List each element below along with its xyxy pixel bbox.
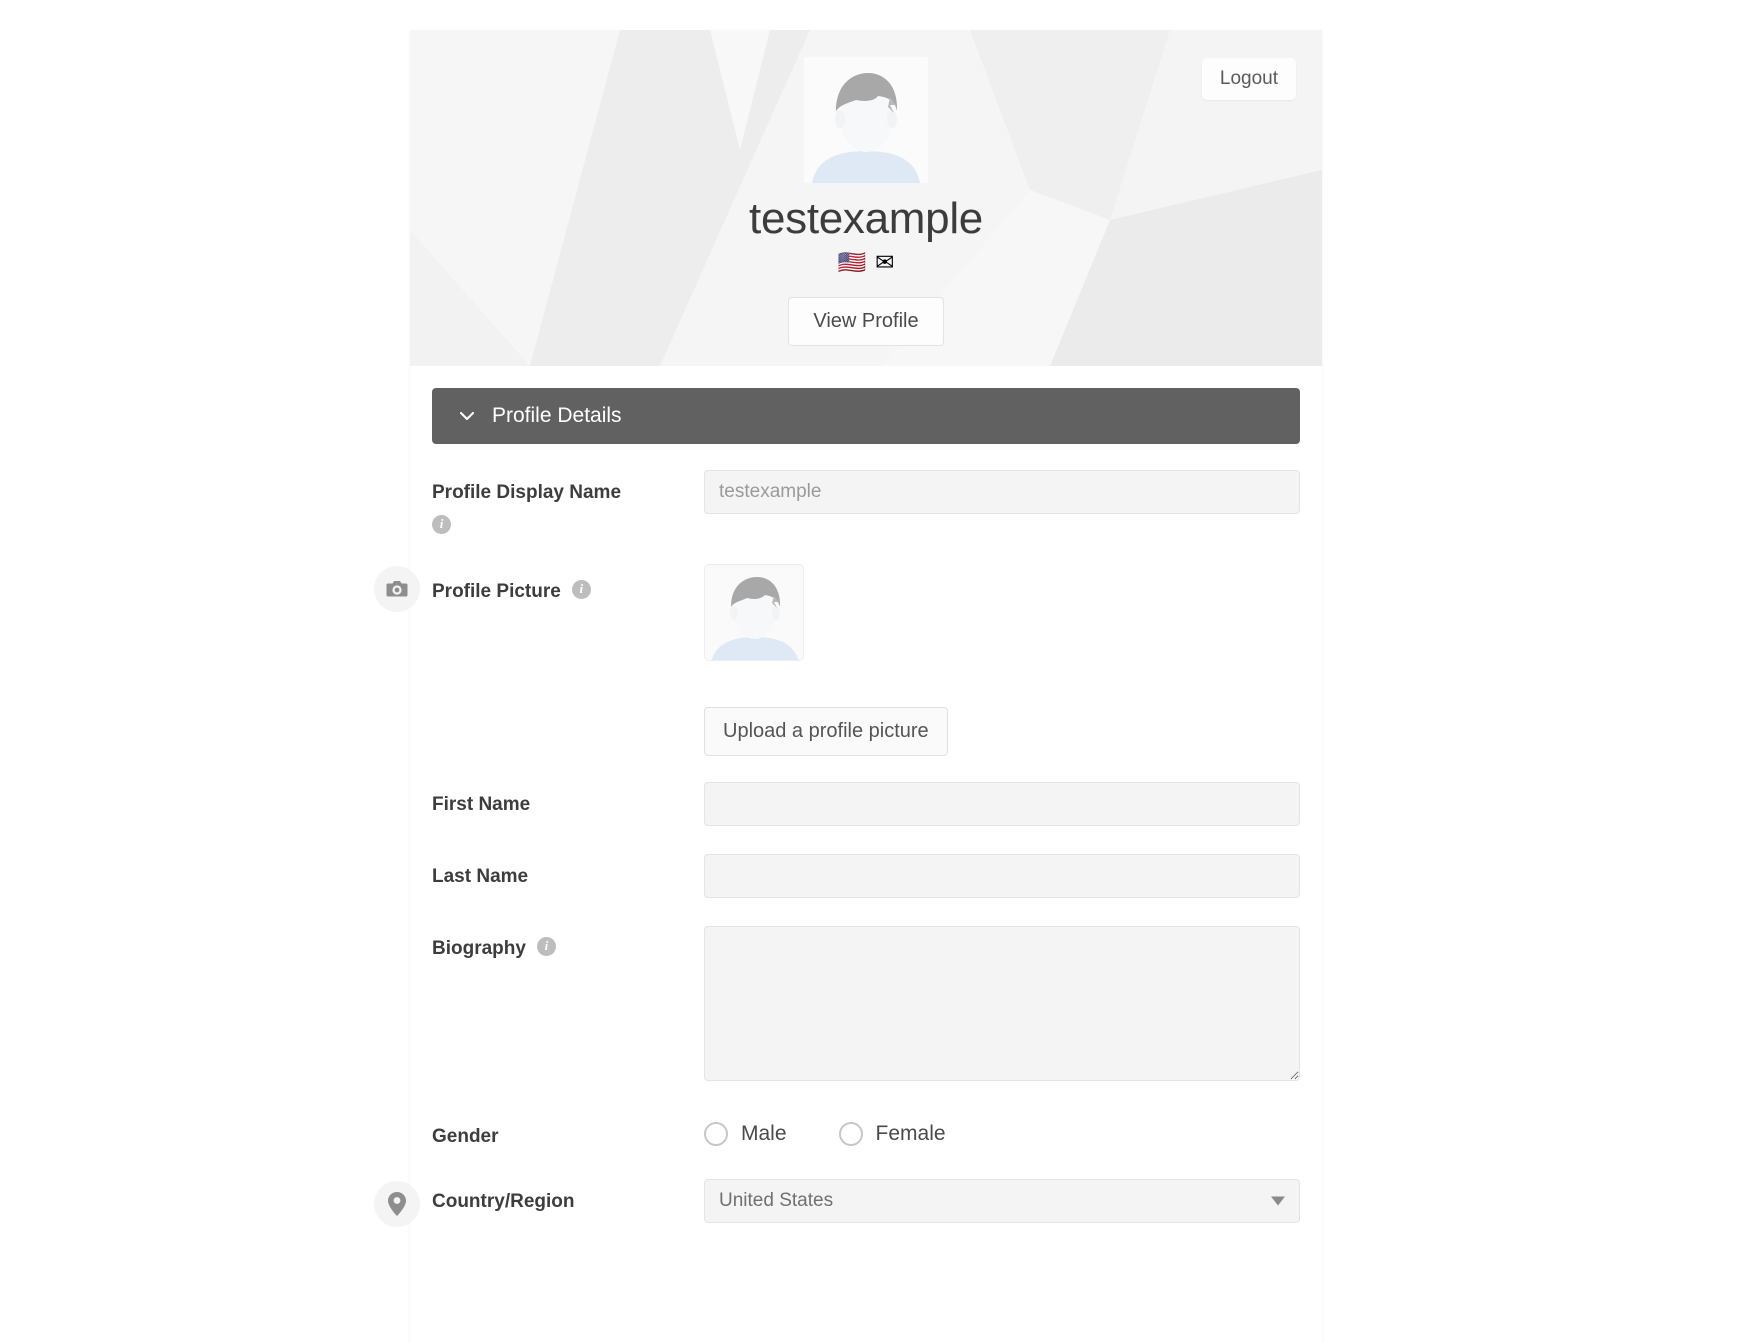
row-last-name: Last Name (432, 853, 1300, 898)
radio-button-male[interactable] (704, 1121, 728, 1146)
field-profile-picture: Upload a profile picture (692, 563, 1300, 756)
field-label: Last Name (432, 865, 529, 887)
chevron-down-icon[interactable] (458, 407, 476, 425)
profile-badges: 🇺🇸 ✉ (838, 251, 895, 274)
row-country-region: Country/Region United States (374, 1178, 1300, 1227)
user-avatar-placeholder-icon (804, 57, 928, 183)
us-flag-icon: 🇺🇸 (837, 249, 867, 276)
banner-content: testexample 🇺🇸 ✉ View Profile (410, 30, 1322, 347)
last-name-input[interactable] (704, 853, 1300, 898)
country-region-select[interactable]: United States (704, 1178, 1300, 1223)
info-icon[interactable]: i (571, 579, 591, 599)
label-last-name: Last Name (432, 854, 692, 889)
label-gender: Gender (432, 1114, 692, 1149)
section-title: Profile Details (492, 404, 622, 427)
profile-banner: Logout testexample 🇺🇸 ✉ View Profile (410, 30, 1322, 366)
field-profile-display-name (692, 470, 1300, 514)
upload-profile-picture-button[interactable]: Upload a profile picture (704, 706, 948, 756)
field-label: Biography (432, 937, 526, 959)
info-icon[interactable]: i (536, 936, 556, 956)
user-avatar-placeholder-icon (705, 564, 803, 660)
profile-card: Logout testexample 🇺🇸 ✉ View Profile Pro… (374, 30, 1322, 1343)
field-label: Profile Picture (432, 580, 561, 602)
field-biography (692, 925, 1300, 1086)
row-gender: Gender Male Female (432, 1114, 1300, 1149)
field-first-name (692, 781, 1300, 826)
radio-button-female[interactable] (838, 1121, 863, 1146)
info-icon[interactable]: i (432, 514, 451, 534)
label-first-name: First Name (432, 782, 692, 817)
biography-textarea[interactable] (704, 925, 1300, 1081)
page-root: Logout testexample 🇺🇸 ✉ View Profile Pro… (0, 0, 1757, 1343)
view-profile-button[interactable]: View Profile (788, 297, 944, 347)
gender-option-label: Male (741, 1121, 787, 1145)
field-country-region: United States (692, 1178, 1300, 1223)
profile-form: Profile Display Name i testexample Profi… (374, 444, 1300, 1227)
field-label: Gender (432, 1125, 499, 1147)
gender-radio-group: Male Female (704, 1114, 1300, 1146)
avatar (804, 57, 928, 183)
profile-username: testexample (749, 194, 983, 243)
row-first-name: First Name (432, 781, 1300, 826)
label-profile-display-name: Profile Display Name i (432, 470, 692, 534)
profile-details-section-header[interactable]: Profile Details (432, 388, 1300, 444)
row-profile-picture: Profile Picture i Upload a profile pictu… (374, 563, 1300, 756)
gender-option-male[interactable]: Male (704, 1121, 787, 1146)
field-label: First Name (432, 793, 531, 815)
field-last-name (692, 853, 1300, 898)
location-pin-icon (374, 1180, 420, 1227)
gender-option-female[interactable]: Female (838, 1121, 946, 1146)
profile-picture-thumbnail (704, 563, 804, 661)
row-biography: Biography i (432, 925, 1300, 1086)
label-country-region: Country/Region (374, 1179, 692, 1227)
field-label: Country/Region (432, 1190, 575, 1212)
row-profile-display-name: Profile Display Name i (432, 470, 1300, 534)
first-name-input[interactable] (704, 781, 1300, 826)
field-label: Profile Display Name (432, 482, 622, 503)
envelope-icon[interactable]: ✉ (875, 251, 894, 274)
field-gender: Male Female (692, 1114, 1300, 1146)
label-profile-picture: Profile Picture i (374, 564, 692, 612)
country-select-wrapper: United States (704, 1178, 1300, 1223)
display-name-input[interactable] (704, 470, 1300, 514)
gender-option-label: Female (875, 1121, 946, 1145)
profile-body: Profile Details Profile Display Name i t… (374, 366, 1322, 1227)
label-biography: Biography i (432, 926, 692, 961)
camera-icon (374, 565, 420, 612)
